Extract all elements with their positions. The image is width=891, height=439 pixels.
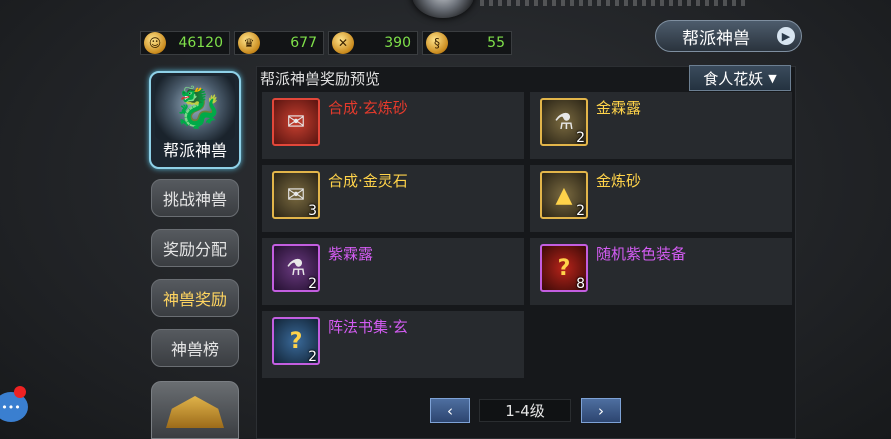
currency-guild: ♛ 677 <box>234 31 324 55</box>
currency-scroll: § 55 <box>422 31 512 55</box>
item-name: 金霖露 <box>596 99 642 117</box>
potion-bottle-icon: ⚗ 2 <box>272 244 320 292</box>
currency-bar: ☺ 46120 ♛ 677 ✕ 390 § 55 <box>140 31 512 55</box>
crossed-swords-icon: ✕ <box>332 32 354 54</box>
gold-coin-icon: ☺ <box>144 32 166 54</box>
reward-item[interactable]: ⚗ 2 金霖露 <box>530 92 792 159</box>
item-name: 阵法书集·玄 <box>328 318 408 336</box>
item-name: 金炼砂 <box>596 172 642 190</box>
guild-beast-button-label: 帮派神兽 <box>682 28 750 49</box>
notification-dot <box>14 386 26 398</box>
beast-select-value: 食人花妖 <box>703 69 764 88</box>
page-level-label: 1-4级 <box>479 399 571 422</box>
item-count: 2 <box>308 349 317 365</box>
top-orb-decoration <box>412 0 474 18</box>
item-count: 2 <box>576 203 585 219</box>
panel-title: 帮派神兽奖励预览 <box>260 70 381 88</box>
play-arrow-icon: ▶ <box>777 27 795 45</box>
reward-item[interactable]: ⚗ 2 紫霖露 <box>262 238 524 305</box>
currency-gold: ☺ 46120 <box>140 31 230 55</box>
mystery-book-icon: ? 2 <box>272 317 320 365</box>
tab-beast-ranking[interactable]: 神兽榜 <box>151 329 239 367</box>
item-count: 8 <box>576 276 585 292</box>
currency-battle: ✕ 390 <box>328 31 418 55</box>
chevron-down-icon: ▼ <box>768 71 777 85</box>
reward-item[interactable]: ▲ 2 金炼砂 <box>530 165 792 232</box>
item-count: 2 <box>308 276 317 292</box>
chevron-left-icon: ‹ <box>447 401 453 420</box>
reward-item[interactable]: ? 8 随机紫色装备 <box>530 238 792 305</box>
reward-item[interactable]: ✉ 合成·玄炼砂 <box>262 92 524 159</box>
tab-challenge-beast[interactable]: 挑战神兽 <box>151 179 239 217</box>
recipe-scroll-icon: ✉ <box>272 98 320 146</box>
guild-beast-button[interactable]: 帮派神兽 ▶ <box>655 20 802 52</box>
currency-guild-value: 677 <box>290 35 317 51</box>
empty-slot <box>530 311 792 378</box>
scroll-token-icon: § <box>426 32 448 54</box>
tab-beast-rewards[interactable]: 神兽奖励 <box>151 279 239 317</box>
tab-reward-distribution[interactable]: 奖励分配 <box>151 229 239 267</box>
recipe-scroll-icon: ✉ 3 <box>272 171 320 219</box>
guild-emblem-icon: ♛ <box>238 32 260 54</box>
beast-select-dropdown[interactable]: 食人花妖 ▼ <box>689 65 791 91</box>
currency-battle-value: 390 <box>384 35 411 51</box>
next-page-button[interactable]: › <box>581 398 621 423</box>
reward-item[interactable]: ? 2 阵法书集·玄 <box>262 311 524 378</box>
item-count: 2 <box>576 130 585 146</box>
chat-dots-icon: ••• <box>1 400 21 414</box>
mystery-question-icon: ? 8 <box>540 244 588 292</box>
pavilion-icon <box>166 396 224 428</box>
tab-pavilion[interactable] <box>151 381 239 439</box>
item-count: 3 <box>308 203 317 219</box>
tab-guild-beast-label: 帮派神兽 <box>162 141 227 160</box>
dragon-portrait-icon: 🐉 <box>155 76 235 140</box>
item-name: 紫霖露 <box>328 245 374 263</box>
currency-scroll-value: 55 <box>487 35 505 51</box>
currency-gold-value: 46120 <box>178 35 223 51</box>
chevron-right-icon: › <box>598 401 604 420</box>
top-status-text <box>480 0 750 6</box>
tab-guild-beast[interactable]: 🐉 帮派神兽 <box>149 71 241 169</box>
item-name: 合成·金灵石 <box>328 172 408 190</box>
prev-page-button[interactable]: ‹ <box>430 398 470 423</box>
item-name: 随机紫色装备 <box>596 245 687 263</box>
sand-pile-icon: ▲ 2 <box>540 171 588 219</box>
reward-item[interactable]: ✉ 3 合成·金灵石 <box>262 165 524 232</box>
reward-grid: ✉ 合成·玄炼砂 ⚗ 2 金霖露 ✉ 3 合成·金灵石 ▲ 2 金炼砂 ⚗ 2 … <box>262 92 792 378</box>
potion-bottle-icon: ⚗ 2 <box>540 98 588 146</box>
item-name: 合成·玄炼砂 <box>328 99 408 117</box>
